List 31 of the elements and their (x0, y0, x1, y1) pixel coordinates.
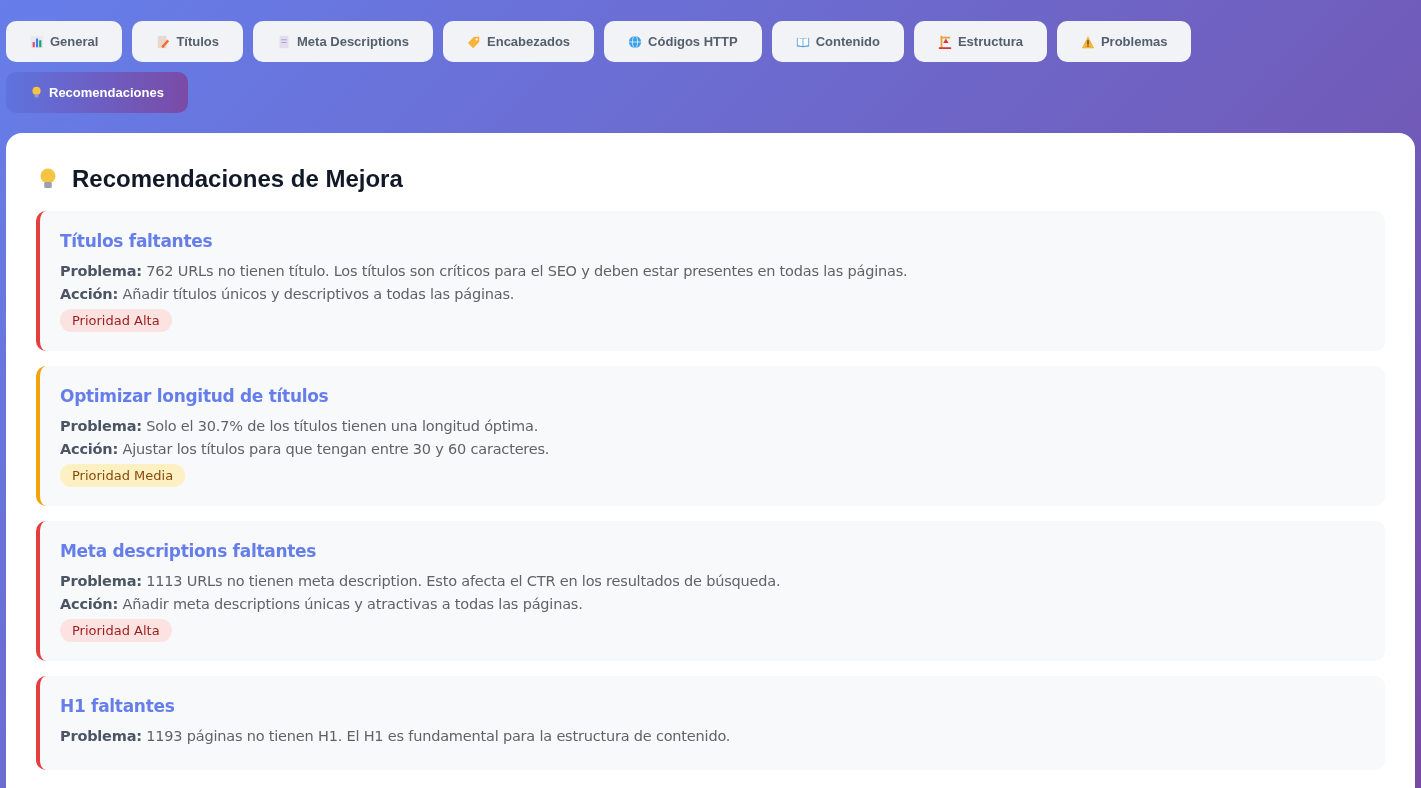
recommendation-title: H1 faltantes (60, 696, 175, 716)
warning-icon (1080, 34, 1095, 49)
tab[interactable]: Contenido (771, 21, 904, 62)
action-text: Acción: Añadir meta descriptions únicas y atractivas a todas las páginas. (60, 596, 583, 612)
priority-badge: Prioridad Alta (60, 619, 172, 642)
tab[interactable]: Encabezados (443, 21, 595, 62)
problem-text: Problema: Solo el 30.7% de los títulos tienen una longitud óptima. (60, 418, 539, 434)
tag-icon (467, 34, 481, 49)
tab[interactable]: Códigos HTTP (604, 21, 762, 62)
priority-badge: Prioridad Media (60, 464, 186, 487)
problem-text: Problema: 1193 páginas no tienen H1. El H1 es fundamental para la estructura de contenido. (60, 728, 731, 744)
recommendation-title: Optimizar longitud de títulos (60, 386, 329, 406)
lightbulb-icon (30, 86, 43, 99)
tab[interactable]: Problemas (1056, 21, 1192, 62)
bar-chart-icon (30, 34, 44, 49)
problem-text: Problema: 1113 URLs no tienen meta description. Esto afecta el CTR en los resultados de búsqueda. (60, 573, 781, 589)
action-text: Acción: Ajustar los títulos para que tengan entre 30 y 60 caracteres. (60, 441, 550, 457)
tab[interactable]: Estructura (913, 21, 1047, 62)
pencil-document-icon (156, 34, 171, 49)
tab[interactable]: Recomendaciones (6, 72, 188, 113)
tab[interactable]: General (6, 21, 123, 62)
tab[interactable]: Títulos (132, 21, 244, 62)
recommendation-title: Títulos faltantes (60, 231, 213, 251)
panel-title: Recomendaciones de Mejora (72, 165, 403, 193)
priority-badge: Prioridad Alta (60, 309, 172, 332)
problem-text: Problema: 762 URLs no tienen título. Los títulos son críticos para el SEO y deben estar presentes en todas las páginas. (60, 263, 908, 279)
tab[interactable]: Meta Descriptions (253, 21, 433, 62)
action-text: Acción: Añadir títulos únicos y descriptivos a todas las páginas. (60, 286, 515, 302)
globe-icon (628, 34, 643, 49)
recommendation-title: Meta descriptions faltantes (60, 541, 317, 561)
crane-icon (937, 34, 952, 49)
